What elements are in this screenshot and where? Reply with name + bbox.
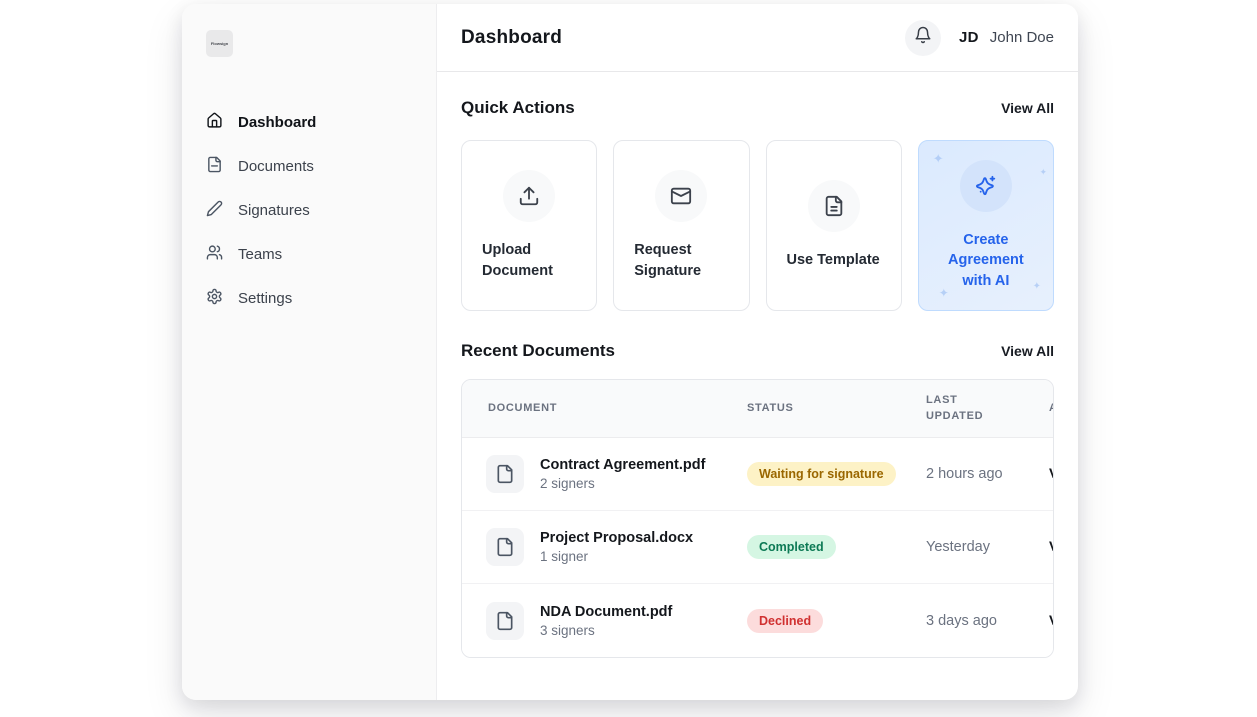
table-row[interactable]: Project Proposal.docx 1 signer Completed… [462,511,1053,584]
user-menu[interactable]: JD John Doe [959,29,1054,46]
create-agreement-ai-card[interactable]: ✦ ✦ ✦ ✦ Create Agreement with AI [917,140,1054,311]
table-row[interactable]: Contract Agreement.pdf 2 signers Waiting… [462,438,1053,511]
app-logo[interactable]: Flowsign [206,30,233,57]
column-header-last-updated: Last Updated [926,393,984,422]
sidebar-nav: Dashboard Documents Signatures Teams Set… [206,107,412,313]
document-signers: 1 signer [540,549,589,564]
avatar: JD [959,29,979,46]
document-name: NDA Document.pdf [540,603,673,620]
app-window: Flowsign Dashboard Documents Signatures [182,4,1078,700]
sparkle-decoration-icon: ✦ [938,286,949,300]
pen-icon [206,200,223,221]
last-updated: 2 hours ago [926,466,1003,482]
bell-icon [914,26,932,49]
file-icon [486,601,524,640]
mail-icon [655,169,708,222]
quick-actions-view-all-link[interactable]: View All [1001,100,1054,116]
document-name: Project Proposal.docx [540,530,694,546]
card-label: Request Signature [634,241,702,279]
sidebar-item-label: Dashboard [238,113,317,131]
recent-documents-title: Recent Documents [461,341,615,360]
column-header-status: Status [747,401,794,414]
topbar-right: JD John Doe [905,19,1054,56]
view-button[interactable]: View [1049,612,1053,628]
page-title: Dashboard [461,26,563,48]
upload-icon [503,169,556,222]
app-logo-text: Flowsign [210,41,229,46]
notifications-button[interactable] [905,19,941,56]
gear-icon [206,288,223,309]
last-updated: 3 days ago [926,612,997,629]
view-button[interactable]: View [1049,538,1053,554]
document-icon [206,156,223,177]
upload-document-card[interactable]: Upload Document [461,140,598,311]
card-label: Upload Document [482,241,553,279]
card-label: Create Agreement with AI [948,231,1024,289]
sidebar-item-documents[interactable]: Documents [206,151,412,181]
sidebar-item-dashboard[interactable]: Dashboard [206,107,412,137]
sparkle-decoration-icon: ✦ [932,151,944,166]
sidebar-item-settings[interactable]: Settings [206,283,412,313]
file-text-icon [807,180,860,233]
topbar: Dashboard JD John Doe [437,4,1078,72]
status-badge: Declined [747,608,824,633]
document-name: Contract Agreement.pdf [540,457,706,473]
sidebar: Flowsign Dashboard Documents Signatures [182,4,437,700]
column-header-document: Document [488,401,558,414]
recent-documents-view-all-link[interactable]: View All [1001,343,1054,359]
quick-action-cards: Upload Document Request Signature Use Te… [461,140,1054,311]
quick-actions-header: Quick Actions View All [461,98,1054,118]
document-signers: 2 signers [540,476,595,491]
users-icon [206,244,223,265]
card-label: Use Template [786,252,880,269]
quick-actions-title: Quick Actions [461,98,575,117]
use-template-card[interactable]: Use Template [765,140,902,311]
view-button[interactable]: View [1049,465,1053,481]
main-area: Dashboard JD John Doe Quick Actions View… [437,4,1078,700]
file-icon [486,455,524,493]
sidebar-item-label: Signatures [238,201,310,219]
file-icon [486,528,524,566]
user-name: John Doe [989,29,1054,46]
recent-documents-header: Recent Documents View All [461,341,1054,361]
sidebar-item-label: Teams [238,245,283,263]
status-badge: Waiting for signature [747,462,896,486]
last-updated: Yesterday [926,539,990,555]
sparkle-decoration-icon: ✦ [1032,281,1041,292]
home-icon [206,112,223,133]
sidebar-item-label: Documents [238,157,314,175]
sidebar-item-label: Settings [238,289,293,307]
sidebar-item-signatures[interactable]: Signatures [206,195,412,225]
column-header-actions: Actions [1049,401,1053,417]
request-signature-card[interactable]: Request Signature [613,140,750,311]
table-row[interactable]: NDA Document.pdf 3 signers Declined 3 da… [462,584,1053,657]
sidebar-item-teams[interactable]: Teams [206,239,412,269]
document-signers: 3 signers [540,622,595,638]
sparkles-icon [959,159,1012,212]
status-badge: Completed [747,535,836,559]
table-header-row: Document Status Last Updated Actions [462,380,1053,438]
content: Quick Actions View All Upload Document R… [437,72,1078,700]
recent-documents-table: Document Status Last Updated Actions Con… [461,379,1054,658]
sparkle-decoration-icon: ✦ [1039,167,1047,177]
